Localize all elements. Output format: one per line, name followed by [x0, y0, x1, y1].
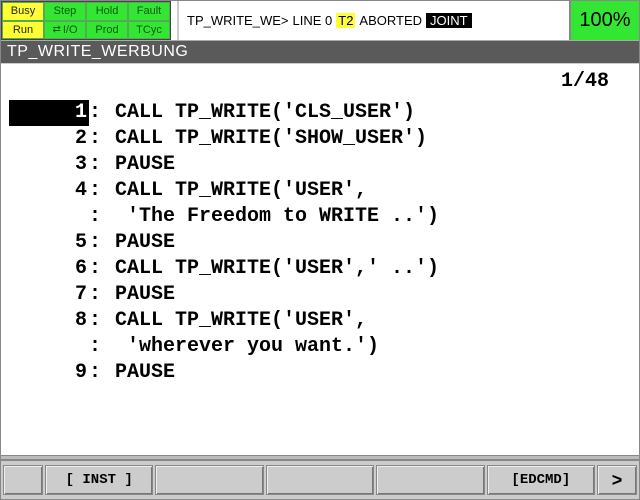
softkey-bar: [ INST ] [EDCMD] >: [1, 459, 639, 499]
line-number: [9, 334, 89, 360]
code-line[interactable]: 8: CALL TP_WRITE('USER',: [9, 308, 631, 334]
status-step: Step: [44, 2, 86, 21]
line-number: 7: [9, 282, 89, 308]
line-text: PAUSE: [115, 360, 631, 386]
code-line[interactable]: 1: CALL TP_WRITE('CLS_USER'): [9, 100, 631, 126]
line-colon: :: [89, 178, 115, 204]
softkey-edcmd[interactable]: [EDCMD]: [487, 465, 595, 495]
softkey-f3[interactable]: [266, 465, 374, 495]
status-coord-joint: JOINT: [426, 13, 472, 28]
line-text: CALL TP_WRITE('SHOW_USER'): [115, 126, 631, 152]
status-fault: Fault: [128, 2, 170, 21]
line-text: PAUSE: [115, 282, 631, 308]
code-line[interactable]: 4: CALL TP_WRITE('USER',: [9, 178, 631, 204]
line-number: [9, 204, 89, 230]
line-number: 5: [9, 230, 89, 256]
status-busy: Busy: [2, 2, 44, 21]
status-message: TP_WRITE_WE> LINE 0 T2 ABORTED JOINT: [177, 1, 569, 40]
softkey-f2[interactable]: [155, 465, 263, 495]
line-colon: :: [89, 126, 115, 152]
line-colon: :: [89, 334, 115, 360]
line-colon: :: [89, 230, 115, 256]
status-tcyc: TCyc: [128, 21, 170, 40]
line-colon: :: [89, 282, 115, 308]
code-line[interactable]: 2: CALL TP_WRITE('SHOW_USER'): [9, 126, 631, 152]
line-colon: :: [89, 360, 115, 386]
code-line[interactable]: 9: PAUSE: [9, 360, 631, 386]
softkey-f4[interactable]: [376, 465, 484, 495]
status-line: LINE 0: [293, 13, 333, 28]
status-i/o: ⇄I/O: [44, 21, 86, 40]
line-text: CALL TP_WRITE('USER',: [115, 308, 631, 334]
code-listing[interactable]: 1: CALL TP_WRITE('CLS_USER')2: CALL TP_W…: [9, 100, 631, 386]
code-line[interactable]: : 'The Freedom to WRITE ..'): [9, 204, 631, 230]
code-line[interactable]: : 'wherever you want.'): [9, 334, 631, 360]
status-program: TP_WRITE_WE: [187, 13, 281, 28]
line-text: CALL TP_WRITE('USER',: [115, 178, 631, 204]
override-display[interactable]: 100%: [569, 1, 639, 40]
code-line[interactable]: 6: CALL TP_WRITE('USER',' ..'): [9, 256, 631, 282]
top-status-bar: BusyStepHoldFault Run⇄I/OProdTCyc TP_WRIT…: [1, 1, 639, 41]
line-number: 2: [9, 126, 89, 152]
status-hold: Hold: [86, 2, 128, 21]
line-colon: :: [89, 100, 115, 126]
line-number: 6: [9, 256, 89, 282]
program-title-bar: TP_WRITE_WERBUNG: [1, 41, 639, 63]
line-number: 1: [9, 100, 89, 126]
status-led-grid: BusyStepHoldFault Run⇄I/OProdTCyc: [1, 1, 171, 40]
line-text: CALL TP_WRITE('USER',' ..'): [115, 256, 631, 282]
line-colon: :: [89, 204, 115, 230]
status-run: Run: [2, 21, 44, 40]
program-editor[interactable]: 1/48 1: CALL TP_WRITE('CLS_USER')2: CALL…: [1, 63, 639, 455]
status-mode-t2: T2: [336, 13, 355, 28]
softkey-f0[interactable]: [3, 465, 43, 495]
line-colon: :: [89, 256, 115, 282]
line-text: PAUSE: [115, 152, 631, 178]
line-number: 4: [9, 178, 89, 204]
line-number: 9: [9, 360, 89, 386]
code-line[interactable]: 7: PAUSE: [9, 282, 631, 308]
line-number: 3: [9, 152, 89, 178]
line-text: PAUSE: [115, 230, 631, 256]
line-text: 'The Freedom to WRITE ..'): [115, 204, 631, 230]
line-text: 'wherever you want.'): [115, 334, 631, 360]
softkey-inst[interactable]: [ INST ]: [45, 465, 153, 495]
softkey-next[interactable]: >: [597, 465, 637, 495]
line-colon: :: [89, 152, 115, 178]
code-line[interactable]: 3: PAUSE: [9, 152, 631, 178]
status-state: ABORTED: [359, 13, 422, 28]
line-number: 8: [9, 308, 89, 334]
line-counter: 1/48: [561, 70, 609, 93]
status-prod: Prod: [86, 21, 128, 40]
code-line[interactable]: 5: PAUSE: [9, 230, 631, 256]
line-text: CALL TP_WRITE('CLS_USER'): [115, 100, 631, 126]
line-colon: :: [89, 308, 115, 334]
